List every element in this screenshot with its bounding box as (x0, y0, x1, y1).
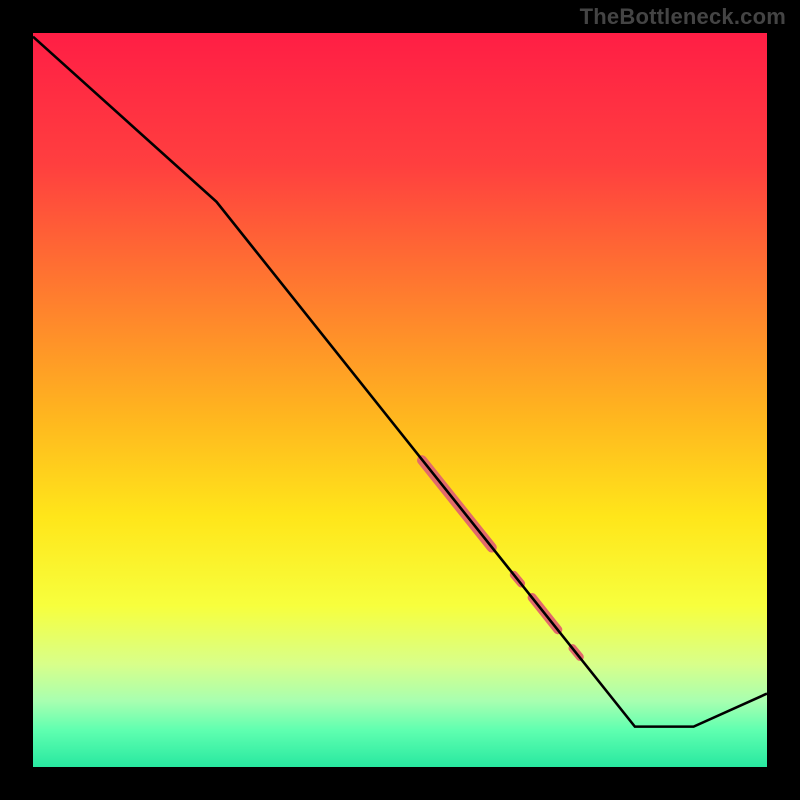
plot-area (33, 33, 767, 767)
gradient-background (33, 33, 767, 767)
watermark-label: TheBottleneck.com (580, 4, 786, 30)
chart-frame: TheBottleneck.com (0, 0, 800, 800)
plot-svg (33, 33, 767, 767)
